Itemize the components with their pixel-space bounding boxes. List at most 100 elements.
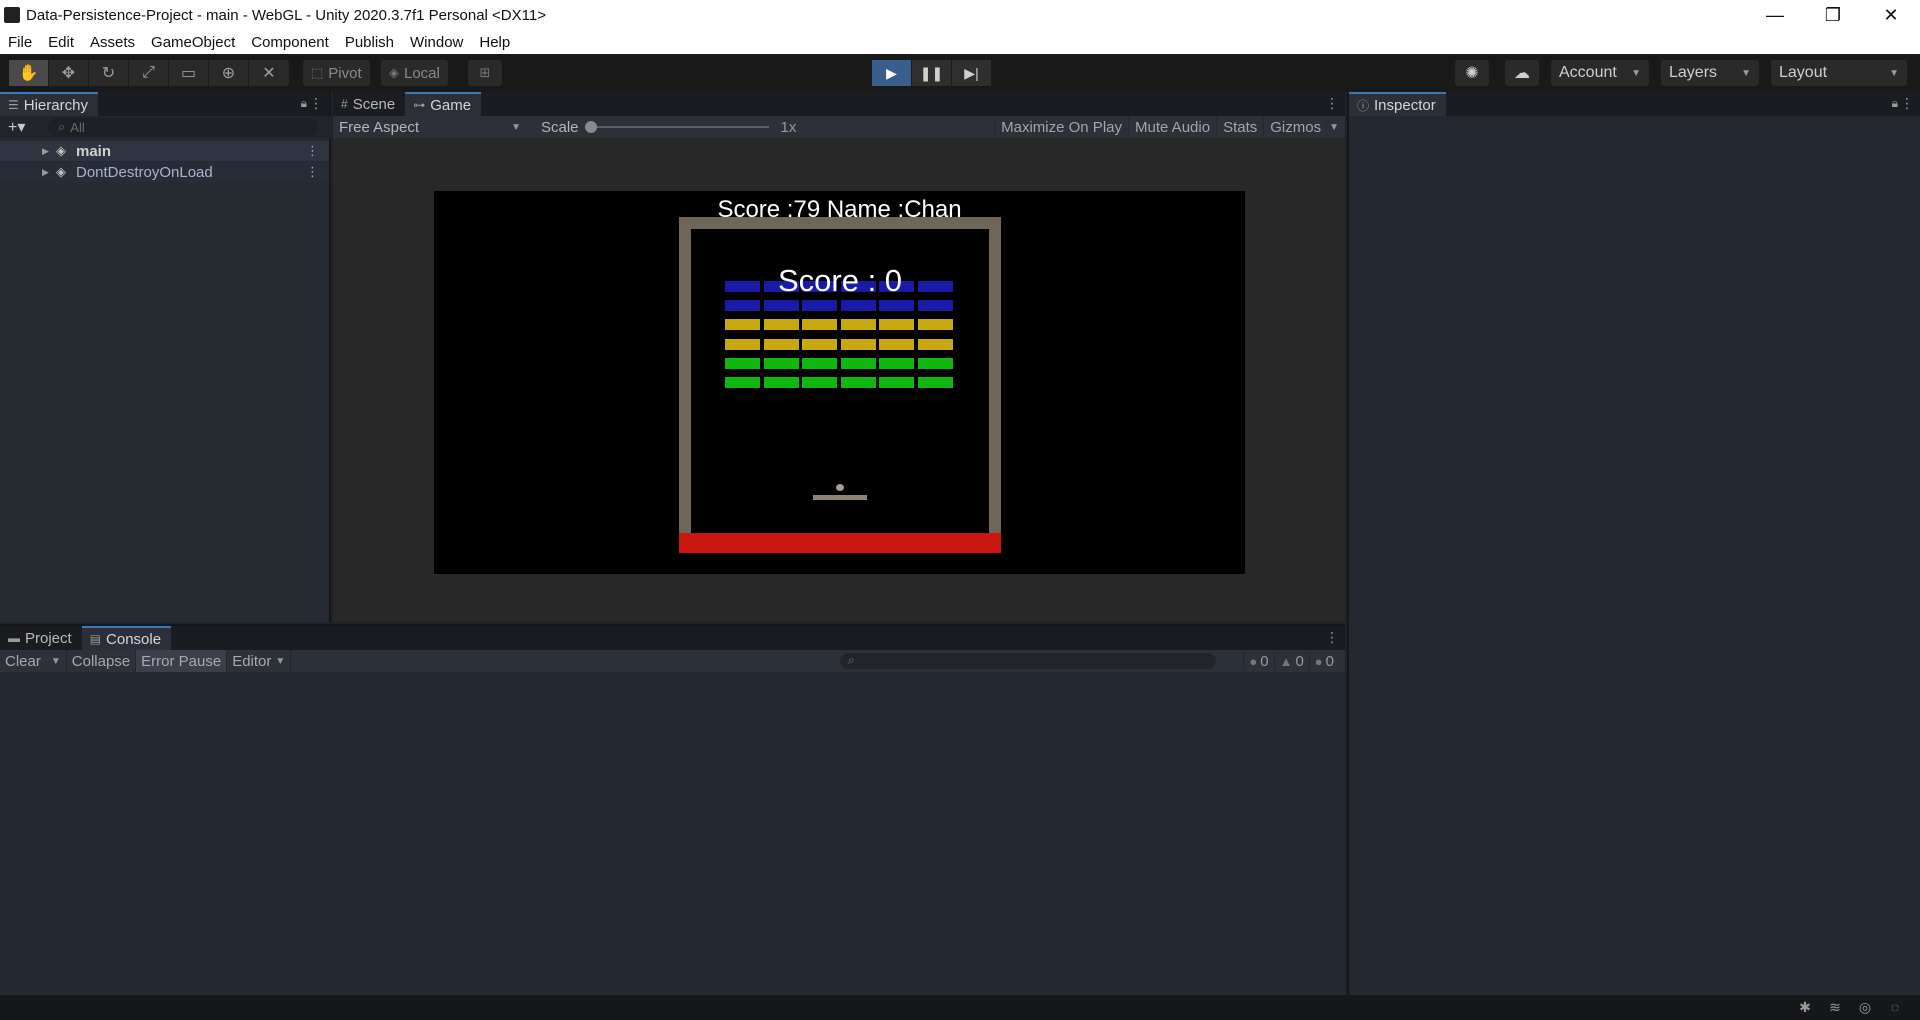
move-tool-icon[interactable]: ✥ [49,60,89,86]
local-toggle[interactable]: ◈ Local [381,60,448,86]
brick [840,357,876,369]
kebab-menu-icon[interactable]: ⋮ [1325,629,1339,646]
aspect-dropdown[interactable]: Free Aspect ▼ [333,119,533,136]
lock-icon[interactable]: 🔒︎ [301,96,307,111]
grid-icon: # [341,97,348,111]
brick [840,338,876,350]
light-icon[interactable]: ✺ [1455,60,1489,86]
search-icon: ⌕ [848,653,855,667]
hierarchy-item-dontdestroyonload[interactable]: ▶ ◈ DontDestroyOnLoad ⋮ [0,162,329,182]
lock-icon[interactable]: 🔒︎ [1892,96,1898,111]
hierarchy-header: ☰ Hierarchy 🔒︎ ⋮ [0,92,329,116]
scale-slider-thumb[interactable] [584,121,597,133]
tab-hierarchy[interactable]: ☰ Hierarchy [0,92,98,116]
brick [725,319,760,331]
custom-tool-icon[interactable]: ✕ [249,60,289,86]
tab-game[interactable]: ⊶ Game [405,92,482,116]
game-canvas[interactable]: Score :79 Name :Chan Score : 0 [434,191,1245,574]
grid-snap-button[interactable]: ⊞ [468,60,502,86]
scale-slider[interactable] [584,121,769,133]
layout-dropdown[interactable]: Layout ▼ [1771,60,1907,86]
death-zone [679,533,1001,553]
current-score-text: Score : 0 [777,263,903,298]
console-search-input[interactable]: ⌕ [840,653,1216,669]
list-icon: ☰ [8,98,19,112]
menu-component[interactable]: Component [243,34,337,51]
chevron-down-icon: ▼ [1889,67,1899,79]
expand-arrow-icon[interactable]: ▶ [42,146,56,157]
step-button[interactable]: ▶| [952,60,992,86]
kebab-menu-icon[interactable]: ⋮ [1325,95,1339,112]
hierarchy-search-input[interactable]: ⌕ All [48,118,318,136]
brick [879,300,915,312]
kebab-menu-icon[interactable]: ⋮ [306,143,319,159]
hierarchy-item-main[interactable]: ▶ ◈ main ⋮ [0,141,329,161]
menu-window[interactable]: Window [402,34,471,51]
tab-inspector-label: Inspector [1374,96,1436,114]
hierarchy-panel: ☰ Hierarchy 🔒︎ ⋮ +▾ ⌕ All ▶ ◈ main ⋮ ▶ ◈… [0,92,331,622]
chevron-down-icon[interactable]: ▼ [51,656,61,667]
transform-tool-icon[interactable]: ⊕ [209,60,249,86]
chevron-down-icon[interactable]: ▼ [1329,122,1339,133]
expand-arrow-icon[interactable]: ▶ [42,167,56,178]
menu-assets[interactable]: Assets [82,34,143,51]
scale-label: Scale [541,118,579,136]
bottom-header: ▬ Project ▤ Console ⋮ [0,626,1345,650]
chevron-down-icon: ▼ [1741,67,1751,79]
stack-icon[interactable]: ≋ [1820,999,1850,1016]
auto-generate-lighting-icon[interactable]: ◎ [1850,999,1880,1016]
clear-button[interactable]: Clear ▼ [0,650,67,672]
center-header: # Scene ⊶ Game ⋮ [333,92,1345,116]
close-button[interactable]: ✕ [1862,0,1920,30]
layers-dropdown[interactable]: Layers ▼ [1661,60,1759,86]
hand-tool-icon[interactable]: ✋ [9,60,49,86]
rect-tool-icon[interactable]: ▭ [169,60,209,86]
stats-toggle[interactable]: Stats [1216,116,1263,138]
tab-project[interactable]: ▬ Project [0,626,82,650]
pivot-toggle[interactable]: ⬚ Pivot [303,60,370,86]
collapse-toggle[interactable]: Collapse [67,650,137,672]
menu-gameobject[interactable]: GameObject [143,34,243,51]
grid-snap-icon: ⊞ [479,65,491,80]
tab-game-label: Game [430,96,472,114]
warning-count-toggle[interactable]: ▲ 0 [1273,652,1309,670]
restore-button[interactable]: ❐ [1804,0,1862,30]
error-pause-toggle[interactable]: Error Pause [136,650,228,672]
menu-file[interactable]: File [0,34,40,51]
gizmos-toggle[interactable]: Gizmos ▼ [1263,116,1345,138]
search-icon: ⌕ [58,119,66,134]
progress-check-icon[interactable]: ◌ [1880,999,1910,1016]
log-count-toggle[interactable]: ● 0 [1243,652,1273,670]
menu-publish[interactable]: Publish [337,34,402,51]
layers-label: Layers [1669,64,1718,81]
mute-audio-toggle[interactable]: Mute Audio [1128,116,1216,138]
editor-dropdown[interactable]: Editor ▼ [227,650,292,672]
kebab-menu-icon[interactable]: ⋮ [1900,95,1914,112]
pause-button[interactable]: ❚❚ [912,60,952,86]
cloud-icon[interactable]: ☁ [1505,60,1539,86]
error-count-toggle[interactable]: ● 0 [1308,652,1339,670]
account-dropdown[interactable]: Account ▼ [1551,60,1649,86]
kebab-menu-icon[interactable]: ⋮ [309,95,323,112]
pivot-label: Pivot [328,64,362,82]
menu-edit[interactable]: Edit [40,34,82,51]
debug-icon[interactable]: ✱ [1790,999,1820,1016]
tab-scene[interactable]: # Scene [333,92,406,116]
hierarchy-item-label: main [76,142,112,160]
tab-console[interactable]: ▤ Console [81,626,172,650]
chevron-down-icon: ▼ [511,121,521,133]
scale-tool-icon[interactable]: ⤢ [129,60,169,86]
brick [918,338,953,350]
window-title: Data-Persistence-Project - main - WebGL … [26,6,546,24]
play-button[interactable]: ▶ [872,60,912,86]
brick [802,319,838,331]
minimize-button[interactable]: — [1746,0,1804,30]
add-object-button[interactable]: +▾ [8,117,38,137]
brick [802,377,838,388]
tab-inspector[interactable]: ⓘ Inspector [1349,92,1446,116]
menu-help[interactable]: Help [471,34,518,51]
rotate-tool-icon[interactable]: ↻ [89,60,129,86]
kebab-menu-icon[interactable]: ⋮ [306,164,319,180]
maximize-on-play-toggle[interactable]: Maximize On Play [994,116,1128,138]
unity-icon [4,7,20,23]
